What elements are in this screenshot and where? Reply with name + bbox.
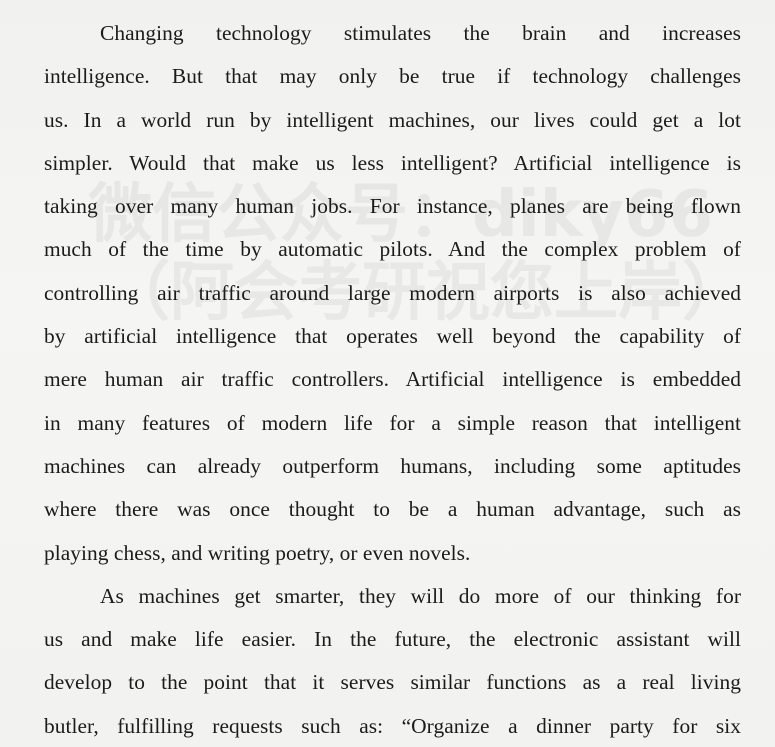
paragraph-1-line: much of the time by automatic pilots. An…	[44, 237, 741, 262]
paragraph-1-line: simpler. Would that make us less intelli…	[44, 150, 741, 175]
paragraph-2-line: develop to the point that it serves simi…	[44, 670, 741, 695]
text-column: Changing technology stimulates the brain…	[44, 12, 741, 747]
paragraph-1-line: taking over many human jobs. For instanc…	[44, 194, 741, 219]
paragraph-1-line: controlling air traffic around large mod…	[44, 280, 741, 305]
paragraph-1-line: machines can already outperform humans, …	[44, 453, 741, 478]
paragraph-2-line: As machines get smarter, they will do mo…	[100, 583, 741, 608]
paragraph-1-line: mere human air traffic controllers. Arti…	[44, 367, 741, 392]
paragraph-1-line: Changing technology stimulates the brain…	[100, 21, 741, 45]
paragraph-1-line: intelligence. But that may only be true …	[44, 64, 741, 89]
paragraph-1-line: in many features of modern life for a si…	[44, 410, 741, 435]
paragraph-2-line: butler, fulfilling requests such as: “Or…	[44, 713, 741, 738]
document-page: 微信公众号：diky66 （阿会考研祝您上岸） Changing technol…	[0, 0, 775, 747]
paragraph-2: As machines get smarter, they will do mo…	[44, 575, 741, 747]
paragraph-1-line: where there was once thought to be a hum…	[44, 497, 741, 522]
paragraph-2-line: us and make life easier. In the future, …	[44, 627, 741, 652]
paragraph-1-line: playing chess, and writing poetry, or ev…	[44, 540, 471, 565]
paragraph-1: Changing technology stimulates the brain…	[44, 12, 741, 575]
paragraph-1-line: us. In a world run by intelligent machin…	[44, 107, 741, 132]
paragraph-1-line: by artificial intelligence that operates…	[44, 324, 741, 349]
